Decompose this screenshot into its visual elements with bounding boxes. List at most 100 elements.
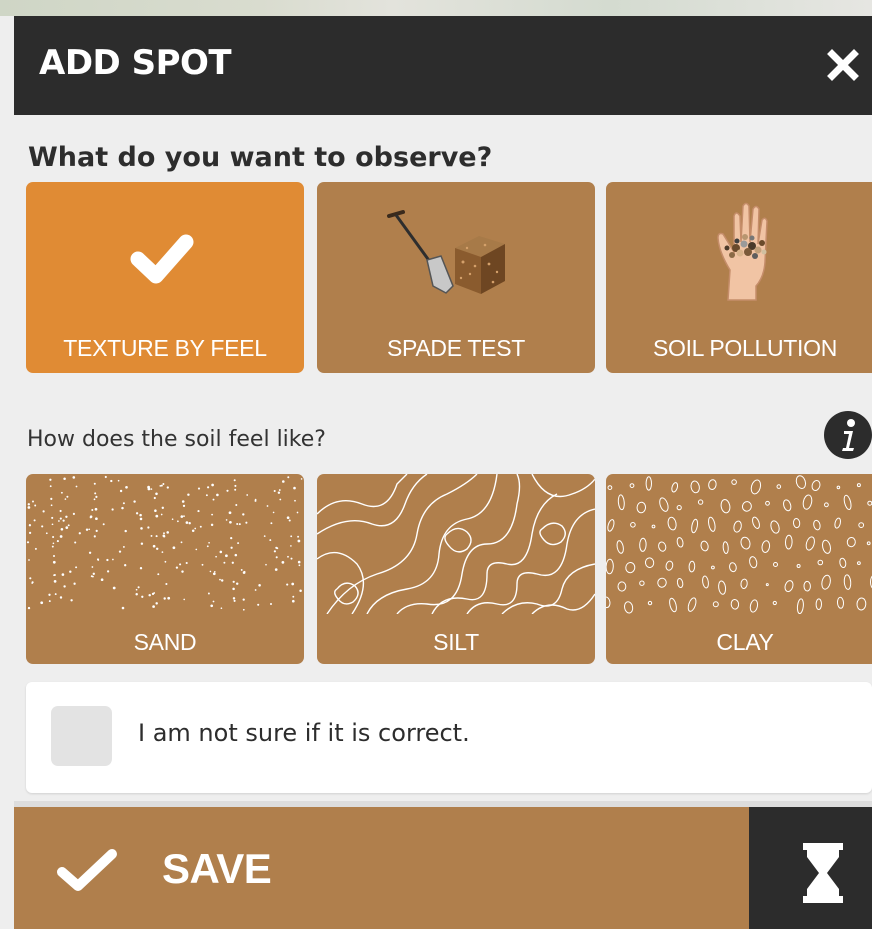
option-soil-pollution[interactable]: SOIL POLLUTION: [606, 182, 872, 373]
sand-grain: [59, 596, 63, 599]
sand-grain: [152, 605, 155, 608]
sand-grain: [51, 523, 54, 526]
clay-particle: [846, 537, 856, 548]
option-spade-test[interactable]: SPADE TEST: [317, 182, 595, 373]
clay-particle: [813, 519, 821, 531]
sand-grain: [34, 547, 37, 550]
sand-grain: [62, 519, 65, 522]
sand-grain: [73, 582, 76, 585]
sand-grain: [182, 504, 186, 508]
sand-grain: [89, 516, 92, 519]
sand-grain: [272, 511, 275, 514]
panel-title: ADD SPOT: [39, 43, 232, 83]
sand-grain: [155, 535, 158, 538]
sand-grain: [91, 566, 94, 568]
sand-grain: [27, 606, 31, 610]
sand-grain: [191, 529, 195, 533]
sand-grain: [274, 568, 278, 571]
sand-grain: [75, 566, 78, 569]
sand-grain: [162, 483, 165, 485]
clay-particle: [720, 499, 731, 514]
sand-grain: [135, 592, 138, 596]
sand-grain: [165, 582, 168, 586]
sand-grain: [150, 534, 153, 537]
texture-clay[interactable]: CLAY: [606, 474, 872, 664]
clay-particle: [761, 540, 771, 553]
pending-button[interactable]: [749, 807, 872, 929]
clay-particle: [822, 539, 831, 554]
sand-grain: [228, 511, 232, 515]
clay-particle: [639, 537, 647, 552]
sand-grain: [179, 563, 182, 566]
unsure-checkbox[interactable]: [51, 706, 112, 766]
sand-grain: [226, 489, 229, 492]
clay-particle: [796, 564, 801, 568]
sand-grain: [181, 500, 185, 503]
sand-grain: [211, 513, 214, 516]
texture-question: How does the soil feel like?: [27, 427, 326, 452]
add-spot-panel: ADD SPOT What do you want to observe? TE…: [14, 16, 872, 929]
sand-grain: [40, 601, 44, 605]
sand-grain: [155, 547, 159, 551]
sand-grain: [298, 564, 301, 567]
sand-grain: [197, 510, 200, 513]
sand-grain: [139, 513, 142, 517]
sand-grain: [269, 602, 273, 606]
sand-grain: [53, 580, 57, 583]
sand-grain: [209, 570, 212, 573]
clay-particle: [783, 499, 792, 512]
sand-grain: [234, 488, 237, 491]
clay-particle: [690, 480, 700, 494]
sand-grain: [106, 570, 110, 573]
sand-grain: [111, 508, 114, 511]
clay-particle: [669, 597, 677, 613]
sand-grain: [242, 513, 245, 516]
sand-grain: [118, 550, 122, 553]
sand-grain: [266, 505, 269, 507]
texture-sand[interactable]: SAND: [26, 474, 304, 664]
sand-grain: [265, 563, 267, 566]
sand-grain: [195, 548, 198, 551]
clay-particle: [856, 483, 861, 488]
sand-grain: [163, 535, 166, 538]
texture-silt[interactable]: SILT: [317, 474, 595, 664]
clay-particle: [651, 524, 656, 529]
sand-grain: [150, 488, 153, 490]
sand-grain: [234, 484, 237, 487]
sand-grain: [290, 535, 293, 538]
sand-grain: [300, 478, 303, 480]
sand-grain: [72, 512, 75, 515]
sand-grain: [122, 502, 125, 505]
sand-grain: [110, 479, 113, 483]
clay-particle: [708, 516, 716, 532]
sand-grain: [88, 528, 91, 531]
sand-grain: [225, 519, 228, 521]
sand-grain: [263, 535, 266, 537]
sand-grain: [85, 528, 89, 531]
sand-grain: [212, 572, 216, 576]
sand-grain: [54, 593, 57, 596]
clay-particle: [697, 499, 704, 505]
sand-grain: [34, 504, 37, 507]
close-icon[interactable]: [826, 48, 860, 82]
clay-particle: [740, 578, 748, 589]
save-button[interactable]: SAVE: [14, 807, 749, 929]
clay-particle: [834, 517, 842, 529]
option-texture-by-feel[interactable]: TEXTURE BY FEEL: [26, 182, 304, 373]
sand-grain: [208, 541, 210, 544]
sand-grain: [28, 531, 32, 535]
sand-grain: [188, 522, 191, 525]
sand-grain: [159, 485, 162, 487]
sand-grain: [210, 604, 214, 608]
sand-grain: [74, 541, 77, 544]
sand-grain: [172, 546, 176, 550]
sand-grain: [273, 489, 276, 493]
clay-particle: [815, 598, 823, 610]
sand-grain: [59, 535, 63, 538]
clay-particle: [867, 500, 872, 506]
info-icon[interactable]: [824, 411, 872, 459]
sand-grain: [233, 599, 236, 602]
hourglass-icon: [803, 843, 843, 903]
sand-grain: [93, 482, 96, 485]
clay-particle: [749, 556, 758, 569]
